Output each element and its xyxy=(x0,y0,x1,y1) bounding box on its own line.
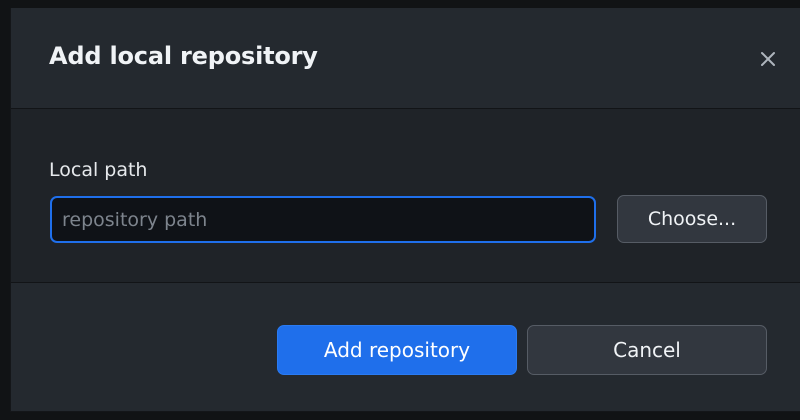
dialog-header: Add local repository xyxy=(11,8,800,109)
close-button[interactable] xyxy=(751,42,785,76)
local-path-label: Local path xyxy=(49,159,148,181)
close-icon xyxy=(760,51,776,67)
dialog-content: Local path Choose... xyxy=(11,109,800,283)
local-path-input[interactable] xyxy=(50,196,596,243)
dialog-footer: Add repository Cancel xyxy=(11,283,800,411)
add-repository-button[interactable]: Add repository xyxy=(277,325,517,375)
add-local-repository-dialog: Add local repository Local path Choose..… xyxy=(10,8,800,412)
cancel-button[interactable]: Cancel xyxy=(527,325,767,375)
dialog-title: Add local repository xyxy=(49,42,318,70)
choose-button[interactable]: Choose... xyxy=(617,195,767,243)
